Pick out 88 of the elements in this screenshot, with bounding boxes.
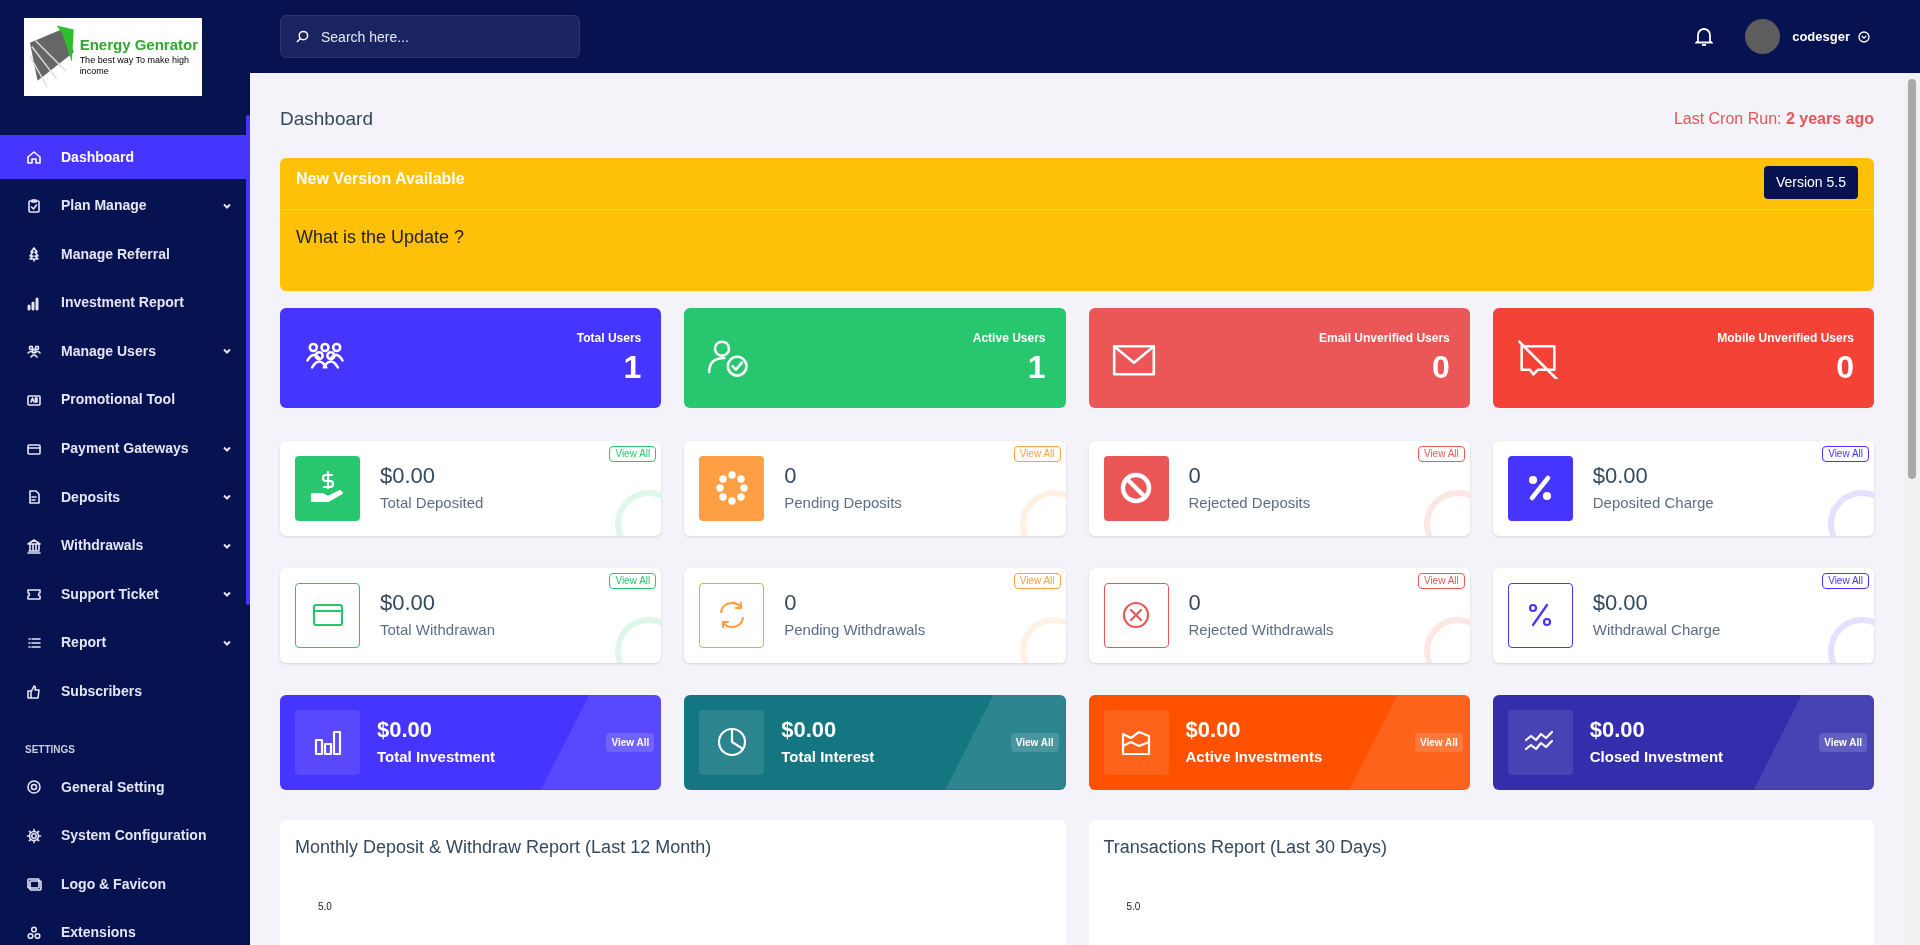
card-value: $0.00 [380, 461, 437, 489]
sidebar-item[interactable]: Report [0, 620, 250, 665]
report-title: Transactions Report (Last 30 Days) [1103, 835, 1388, 859]
card-value: 0 [1188, 461, 1202, 489]
notification-bell-icon[interactable] [1695, 26, 1714, 47]
tree-icon [26, 246, 42, 263]
stat-label: Total Users [576, 329, 642, 347]
cubes-icon [26, 924, 42, 941]
card-label: Rejected Withdrawals [1188, 620, 1334, 640]
avatar[interactable] [1745, 19, 1781, 54]
section-heading: SETTINGS [24, 743, 76, 758]
axis-tick: 5.0 [318, 899, 333, 914]
sidebar-item[interactable]: Plan Manage [0, 183, 250, 228]
bank-icon [26, 537, 42, 554]
stat-value: 0 [1836, 347, 1854, 387]
card-value: 0 [784, 588, 798, 616]
sidebar-scrollbar[interactable] [246, 115, 250, 605]
card-label: Rejected Deposits [1188, 493, 1311, 513]
sidebar-item[interactable]: General Setting [0, 765, 250, 810]
report-title: Monthly Deposit & Withdraw Report (Last 12 Month) [295, 835, 713, 859]
user-name[interactable]: codesger [1792, 26, 1850, 47]
search-icon [296, 30, 309, 43]
stat-card[interactable]: Total Users 1 [280, 307, 662, 408]
stat-label: Mobile Unverified Users [1717, 329, 1854, 347]
card-value: 0 [1188, 588, 1202, 616]
page-scrollbar[interactable] [1904, 73, 1920, 945]
sidebar-item[interactable]: Promotional Tool [0, 377, 250, 422]
view-all-link[interactable]: View All [606, 732, 655, 752]
sidebar-item[interactable]: System Configuration [0, 813, 250, 858]
stat-value: 1 [623, 347, 642, 387]
logo-title: Energy Genrator [79, 36, 198, 56]
axis-tick: 5.0 [1126, 899, 1142, 914]
stat-label: Active Users [972, 329, 1046, 347]
thumbs-up-icon [26, 683, 42, 700]
sidebar-item[interactable]: Logo & Favicon [0, 862, 250, 907]
lifebuoy-icon [26, 779, 42, 796]
stat-value: 1 [1027, 347, 1046, 387]
card-label: Closed Investment [1589, 747, 1725, 767]
card-label: Withdrawal Charge [1592, 620, 1721, 640]
home-icon [26, 149, 42, 165]
card-value: 0 [784, 461, 798, 489]
sidebar-item[interactable]: Withdrawals [0, 523, 250, 568]
stat-value: 0 [1431, 347, 1450, 387]
card-value: $0.00 [1592, 461, 1649, 489]
view-all-link[interactable]: View All [1822, 572, 1869, 589]
update-question: What is the Update ? [295, 225, 466, 249]
card-value: $0.00 [1589, 715, 1646, 743]
card-label: Pending Withdrawals [784, 620, 926, 640]
page-title: Dashboard [280, 107, 373, 131]
stat-card[interactable]: Mobile Unverified Users 0 [1492, 307, 1874, 408]
view-all-link[interactable]: View All [1819, 732, 1867, 752]
sidebar-item[interactable]: Extensions [0, 910, 250, 945]
sidebar-item[interactable]: Deposits [0, 475, 250, 520]
images-icon [26, 876, 42, 893]
logo-tagline: The best way To make high income [79, 55, 191, 78]
sidebar-item[interactable]: Payment Gateways [0, 426, 250, 471]
card-label: Total Interest [781, 747, 876, 767]
sidebar-item[interactable]: Investment Report [0, 280, 250, 325]
card-label: Total Investment [377, 747, 497, 767]
search-field[interactable]: Search here... [280, 15, 580, 58]
ticket-icon [26, 586, 42, 603]
sidebar-item[interactable]: Manage Referral [0, 232, 250, 277]
card-label: Active Investments [1185, 747, 1324, 767]
view-all-link[interactable]: View All [1822, 445, 1869, 462]
view-all-link[interactable]: View All [1417, 445, 1465, 462]
logo[interactable]: Energy Genrator The best way To make high income [24, 18, 202, 96]
cron-status: Last Cron Run: 2 years ago [1673, 109, 1874, 130]
users-icon [26, 343, 42, 360]
card-value: $0.00 [377, 715, 434, 743]
view-all-link[interactable]: View All [1417, 572, 1465, 589]
card-value: $0.00 [1592, 588, 1649, 616]
banner-title: New Version Available [296, 168, 465, 189]
document-icon [26, 489, 42, 506]
card-value: $0.00 [380, 588, 437, 616]
stat-label: Email Unverified Users [1319, 329, 1450, 347]
card-label: Total Withdrawan [380, 620, 496, 640]
card-label: Deposited Charge [1592, 493, 1714, 513]
sidebar-item[interactable]: Support Ticket [0, 572, 250, 617]
version-badge: Version 5.5 [1763, 165, 1858, 199]
card-label: Total Deposited [380, 493, 484, 513]
chevron-down-icon[interactable] [1858, 30, 1870, 43]
card-label: Pending Deposits [784, 493, 902, 513]
clipboard-check-icon [26, 197, 42, 214]
card-value: $0.00 [781, 715, 838, 743]
card-value: $0.00 [1185, 715, 1242, 743]
settings-icon [26, 827, 42, 844]
sidebar-item[interactable]: Subscribers [0, 669, 250, 714]
sidebar-item[interactable]: Manage Users [0, 329, 250, 374]
